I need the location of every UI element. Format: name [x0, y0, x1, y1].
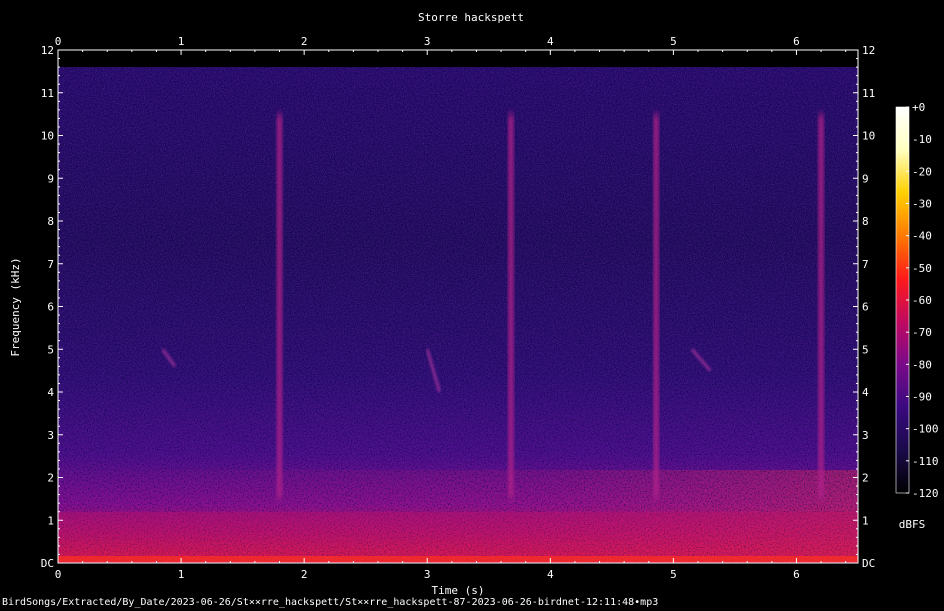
x-tick-label-bottom: 5	[670, 568, 677, 581]
y-tick-label-right: 3	[862, 429, 869, 442]
y-tick-label-right: 5	[862, 343, 869, 356]
x-tick-label-top: 1	[178, 35, 185, 48]
y-axis-label: Frequency (kHz)	[9, 257, 22, 356]
colorbar-tick-label: -30	[912, 198, 932, 211]
file-path-caption: BirdSongs/Extracted/By_Date/2023-06-26/S…	[2, 597, 659, 608]
chart-title: Storre hackspett	[418, 11, 524, 24]
y-tick-label-left: 4	[47, 386, 54, 399]
colorbar-tick-label: -80	[912, 358, 932, 371]
colorbar-tick-label: -60	[912, 294, 932, 307]
dc-band	[58, 556, 858, 562]
y-tick-label-left: 5	[47, 343, 54, 356]
y-tick-label-right: 8	[862, 215, 869, 228]
x-tick-label-bottom: 3	[424, 568, 431, 581]
x-tick-label-top: 3	[424, 35, 431, 48]
colorbar-tick-label: -40	[912, 230, 932, 243]
x-tick-label-top: 4	[547, 35, 554, 48]
colorbar-tick-label: +0	[912, 101, 925, 114]
y-tick-label-left: 8	[47, 215, 54, 228]
x-tick-label-top: 0	[55, 35, 62, 48]
y-tick-label-right: 2	[862, 472, 869, 485]
y-tick-label-right: DC	[862, 557, 875, 570]
y-tick-label-left: 7	[47, 258, 54, 271]
drum-event-1	[276, 114, 283, 499]
colorbar-tick-label: -10	[912, 133, 932, 146]
y-tick-label-left: DC	[41, 557, 54, 570]
colorbar-tick-label: -100	[912, 423, 939, 436]
colorbar-tick-label: -50	[912, 262, 932, 275]
y-tick-label-right: 9	[862, 172, 869, 185]
x-tick-label-bottom: 0	[55, 568, 62, 581]
colorbar: +0 -10 -20 -30 -40 -50 -60 -70 -80 -90 -100 -110 -12…	[895, 101, 939, 531]
colorbar-tick-label: -110	[912, 455, 939, 468]
x-axis-label: Time (s)	[432, 584, 485, 597]
y-tick-label-left: 6	[47, 301, 54, 314]
y-tick-label-left: 12	[41, 44, 54, 57]
y-tick-label-right: 7	[862, 258, 869, 271]
spectrogram-plot-area	[58, 50, 858, 563]
colorbar-tick-label: -70	[912, 326, 932, 339]
drum-event-3	[653, 114, 660, 499]
low-frequency-band	[58, 511, 858, 563]
y-tick-label-right: 1	[862, 514, 869, 527]
colorbar-tick-label: -20	[912, 165, 932, 178]
drum-event-4	[818, 114, 825, 499]
y-tick-label-right: 12	[862, 44, 875, 57]
colorbar-label: dBFS	[899, 518, 926, 531]
y-tick-label-right: 10	[862, 130, 875, 143]
x-tick-label-bottom: 2	[301, 568, 308, 581]
x-tick-label-bottom: 1	[178, 568, 185, 581]
colorbar-ticks: +0 -10 -20 -30 -40 -50 -60 -70 -80 -90 -100 -110 -12…	[906, 101, 939, 500]
y-tick-label-left: 9	[47, 172, 54, 185]
x-tick-label-top: 6	[793, 35, 800, 48]
y-tick-label-right: 4	[862, 386, 869, 399]
y-tick-label-left: 2	[47, 472, 54, 485]
spectrogram-chart: 00112233445566DC DC1 12 23 34 45 56 67 78 89 910 10…	[9, 11, 939, 597]
x-tick-label-bottom: 6	[793, 568, 800, 581]
drum-event-2	[507, 114, 514, 499]
x-tick-label-top: 5	[670, 35, 677, 48]
y-tick-label-right: 6	[862, 301, 869, 314]
x-tick-label-top: 2	[301, 35, 308, 48]
colorbar-tick-label: -120	[912, 487, 939, 500]
x-tick-label-bottom: 4	[547, 568, 554, 581]
colorbar-tick-label: -90	[912, 391, 932, 404]
spectrogram-noise-dark	[58, 67, 858, 563]
y-tick-label-right: 11	[862, 87, 875, 100]
y-tick-label-left: 11	[41, 87, 54, 100]
y-tick-label-left: 10	[41, 130, 54, 143]
y-tick-label-left: 1	[47, 514, 54, 527]
y-tick-label-left: 3	[47, 429, 54, 442]
